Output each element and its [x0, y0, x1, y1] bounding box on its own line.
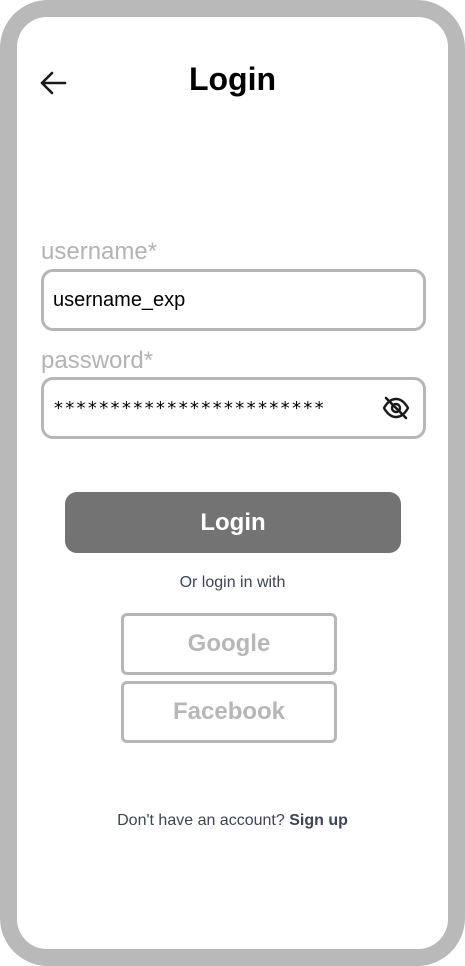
signup-prompt: Don't have an account? — [117, 812, 285, 829]
username-field[interactable]: username_exp — [41, 269, 426, 331]
facebook-login-button[interactable]: Facebook — [121, 681, 337, 743]
alternative-login-text: Or login in with — [179, 574, 286, 591]
username-value: username_exp — [53, 288, 186, 311]
device-frame: Login username* username_exp password* *… — [0, 0, 465, 966]
screen: Login username* username_exp password* *… — [17, 17, 448, 949]
password-visibility-toggle[interactable] — [381, 393, 411, 423]
eye-off-icon — [382, 396, 410, 420]
password-label: password* — [41, 347, 154, 374]
google-login-button[interactable]: Google — [121, 613, 337, 675]
signup-link[interactable]: Sign up — [289, 812, 348, 829]
password-value: ************************ — [53, 397, 326, 419]
password-field[interactable]: ************************ — [41, 377, 426, 439]
page-title: Login — [188, 61, 277, 97]
login-button[interactable]: Login — [65, 492, 401, 553]
signup-row: Don't have an account? Sign up — [17, 812, 448, 830]
username-label: username* — [41, 238, 158, 265]
